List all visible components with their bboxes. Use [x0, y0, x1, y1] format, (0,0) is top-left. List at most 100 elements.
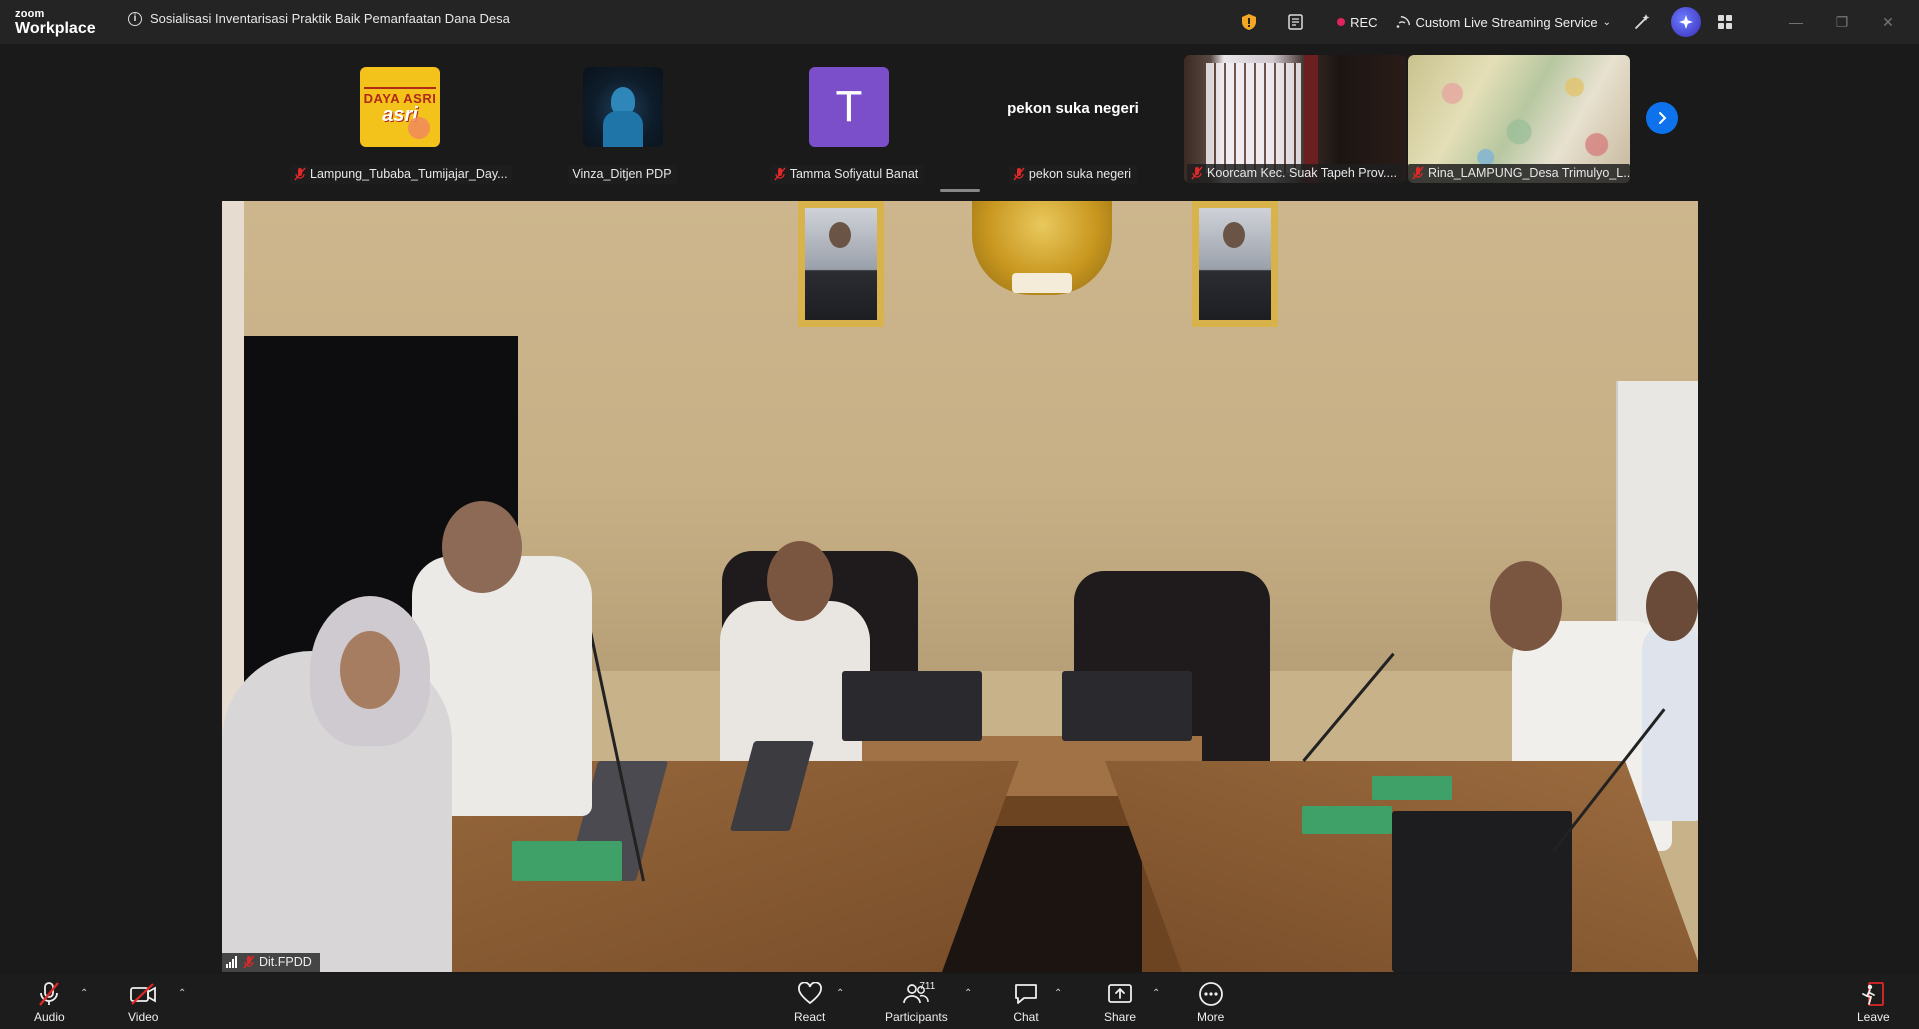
- streaming-label: Custom Live Streaming Service: [1415, 14, 1598, 30]
- meeting-title: Sosialisasi Inventarisasi Praktik Baik P…: [150, 11, 510, 26]
- audio-options-caret[interactable]: ⌃: [80, 988, 88, 999]
- share-options-caret[interactable]: ⌃: [1152, 988, 1160, 999]
- participant-tile[interactable]: pekon suka negeri pekon suka negeri: [962, 56, 1184, 184]
- recording-indicator[interactable]: REC: [1337, 14, 1378, 30]
- participant-avatar: DAYA ASRI asri: [360, 67, 440, 147]
- video-content: [442, 501, 522, 593]
- logo-line-1: zoom: [15, 8, 45, 20]
- minimize-icon[interactable]: —: [1773, 14, 1819, 30]
- chat-button[interactable]: Chat: [1013, 980, 1039, 1024]
- video-options-caret[interactable]: ⌃: [178, 988, 186, 999]
- video-content: [1490, 561, 1562, 651]
- participant-name-pill: Koorcam Kec. Suak Tapeh Prov....: [1187, 164, 1403, 183]
- main-speaker-video[interactable]: Dit.FPDD: [222, 201, 1698, 972]
- meeting-info[interactable]: i Sosialisasi Inventarisasi Praktik Baik…: [128, 11, 510, 26]
- share-screen-icon: [1108, 984, 1132, 1003]
- video-content: [1192, 201, 1278, 327]
- mic-muted-icon: [294, 167, 306, 181]
- avatar-decoration: [408, 117, 430, 139]
- participant-name-pill: Vinza_Ditjen PDP: [568, 165, 678, 184]
- video-content: [512, 841, 622, 881]
- participant-name-bar: Tamma Sofiyatul Banat: [736, 165, 958, 184]
- video-button[interactable]: Video: [128, 980, 158, 1024]
- next-page-button[interactable]: [1646, 102, 1678, 134]
- video-content: [1372, 776, 1452, 800]
- video-content: [767, 541, 833, 621]
- magic-wand-icon[interactable]: [1633, 13, 1651, 31]
- participants-options-caret[interactable]: ⌃: [964, 988, 972, 999]
- participant-name-pill: Lampung_Tubaba_Tumijajar_Day...: [290, 165, 512, 184]
- participant-name: Lampung_Tubaba_Tumijajar_Day...: [310, 167, 508, 181]
- close-icon[interactable]: ✕: [1865, 14, 1911, 31]
- video-label: Video: [128, 1010, 159, 1024]
- leave-icon: [1862, 982, 1885, 1006]
- video-content: [798, 201, 884, 327]
- info-icon[interactable]: i: [128, 11, 142, 26]
- apps-icon[interactable]: [1717, 14, 1733, 30]
- video-content: [1062, 671, 1192, 741]
- meeting-toolbar: Audio ⌃ Video ⌃ React ⌃ 711 Participants…: [0, 974, 1919, 1029]
- participant-tile[interactable]: Rina_LAMPUNG_Desa Trimulyo_L...: [1408, 55, 1630, 183]
- participant-name-bar: Lampung_Tubaba_Tumijajar_Day...: [290, 165, 512, 184]
- audio-button[interactable]: Audio: [34, 980, 65, 1024]
- audio-label: Audio: [34, 1010, 65, 1024]
- participant-tile[interactable]: T Tamma Sofiyatul Banat: [736, 56, 958, 184]
- video-off-icon: [130, 983, 157, 1005]
- mic-muted-icon: [1013, 167, 1025, 181]
- live-streaming-menu[interactable]: Custom Live Streaming Service ⌄: [1396, 15, 1611, 30]
- avatar-letter: T: [835, 82, 863, 131]
- react-button[interactable]: React: [794, 980, 825, 1024]
- participants-label: Participants: [885, 1010, 948, 1024]
- speaker-name: Dit.FPDD: [259, 955, 312, 969]
- participant-name: pekon suka negeri: [1028, 167, 1132, 181]
- participant-avatar: [583, 67, 663, 147]
- restore-icon[interactable]: ❐: [1819, 14, 1865, 31]
- participant-name: Rina_LAMPUNG_Desa Trimulyo_L...: [1428, 166, 1630, 180]
- share-button[interactable]: Share: [1104, 980, 1136, 1024]
- participant-tile[interactable]: Koorcam Kec. Suak Tapeh Prov....: [1184, 55, 1406, 183]
- video-content: [1206, 63, 1301, 173]
- leave-button[interactable]: Leave: [1857, 980, 1890, 1024]
- more-icon: [1198, 982, 1223, 1006]
- participant-tile[interactable]: DAYA ASRI asri Lampung_Tubaba_Tumijajar_…: [290, 56, 512, 184]
- participant-name: Vinza_Ditjen PDP: [572, 167, 672, 181]
- mic-muted-icon: [39, 982, 60, 1006]
- mic-muted-icon: [1191, 166, 1203, 180]
- video-content: [1646, 571, 1698, 641]
- ai-companion-icon[interactable]: [1671, 7, 1701, 37]
- record-dot-icon: [1337, 18, 1346, 26]
- chat-label: Chat: [1013, 1010, 1039, 1024]
- react-label: React: [794, 1010, 826, 1024]
- video-content: [842, 671, 982, 741]
- mic-muted-icon: [243, 955, 255, 969]
- shield-icon[interactable]: [1241, 13, 1257, 31]
- streaming-icon: [1396, 16, 1410, 28]
- participant-avatar: T: [809, 67, 889, 147]
- video-content: [1302, 806, 1392, 834]
- sparkle-icon: [1679, 15, 1693, 29]
- participants-count: 711: [919, 981, 936, 992]
- chevron-down-icon: ⌄: [1602, 16, 1611, 28]
- more-button[interactable]: More: [1197, 980, 1224, 1024]
- zoom-logo: zoom Workplace: [15, 9, 96, 37]
- participant-name: Koorcam Kec. Suak Tapeh Prov....: [1207, 166, 1397, 180]
- chat-icon: [1015, 984, 1037, 1004]
- rec-label: REC: [1350, 14, 1378, 30]
- notes-icon[interactable]: [1287, 13, 1305, 31]
- react-options-caret[interactable]: ⌃: [836, 988, 844, 999]
- chat-options-caret[interactable]: ⌃: [1054, 988, 1062, 999]
- strip-scroll-indicator[interactable]: [940, 189, 980, 192]
- mic-muted-icon: [774, 167, 786, 181]
- share-label: Share: [1104, 1010, 1137, 1024]
- participants-button[interactable]: 711 Participants: [885, 980, 948, 1024]
- heart-icon: [797, 982, 822, 1005]
- mic-muted-icon: [1412, 166, 1424, 180]
- participant-name-pill: Tamma Sofiyatul Banat: [769, 165, 925, 184]
- participant-name-pill: Rina_LAMPUNG_Desa Trimulyo_L...: [1408, 164, 1630, 183]
- participant-name-bar: Koorcam Kec. Suak Tapeh Prov....: [1184, 164, 1406, 183]
- participant-tile[interactable]: Vinza_Ditjen PDP: [512, 56, 734, 184]
- signal-strength-icon: [226, 956, 237, 968]
- logo-line-2: Workplace: [15, 20, 96, 37]
- participant-name-bar: Vinza_Ditjen PDP: [512, 165, 734, 184]
- video-content: [1642, 621, 1698, 821]
